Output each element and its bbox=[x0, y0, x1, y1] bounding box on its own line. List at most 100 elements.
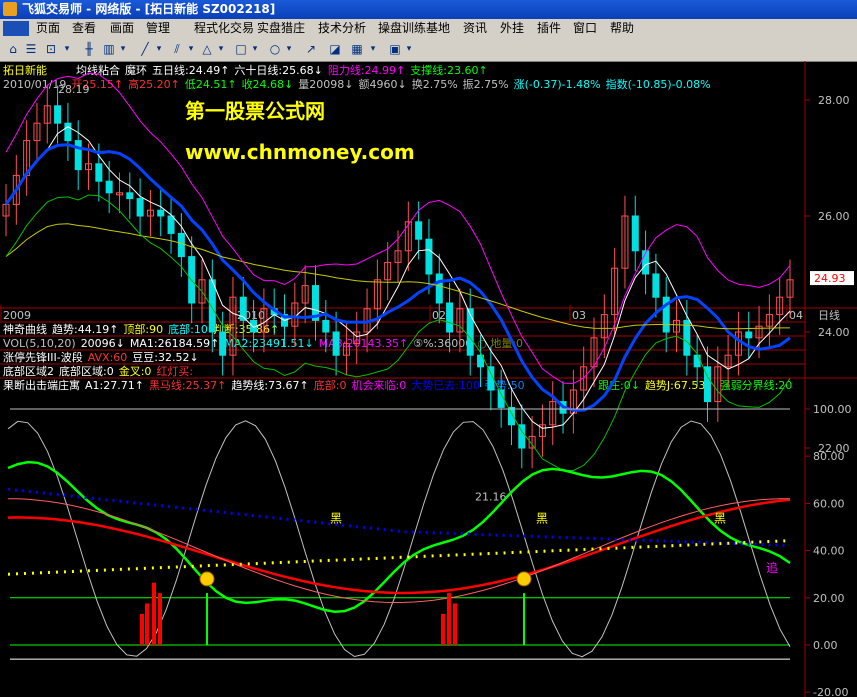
ohlc-3: 低24.51↑ bbox=[185, 78, 237, 91]
high-label: 28.19 bbox=[58, 83, 90, 96]
home-icon[interactable]: ⌂ bbox=[4, 41, 22, 57]
legend-0: 果断出击端庄寓 bbox=[3, 378, 80, 392]
watermark-url: www.chnmoney.com bbox=[185, 140, 415, 164]
legend-6: 大势已去:100 bbox=[411, 378, 480, 392]
ohlc-10: 指数(-10.85)-0.08% bbox=[606, 77, 711, 91]
menu-item-6[interactable]: 技术分析 bbox=[318, 19, 366, 38]
save-icon[interactable]: ▣ bbox=[386, 41, 404, 57]
dropdown-icon[interactable]: ▾ bbox=[368, 41, 378, 57]
circle-icon[interactable]: ○ bbox=[266, 41, 284, 57]
candle-body bbox=[105, 180, 113, 194]
arrow-icon[interactable]: ↗ bbox=[302, 41, 320, 57]
candle-body bbox=[425, 238, 433, 275]
candle-body bbox=[54, 105, 62, 124]
price-axis-label: 28.00 bbox=[818, 94, 850, 107]
candle-body bbox=[157, 209, 165, 217]
menu-item-11[interactable]: 窗口 bbox=[573, 19, 597, 38]
osc-white-wave bbox=[7, 420, 791, 658]
menu-item-3[interactable]: 管理 bbox=[146, 19, 170, 38]
osc-red-bar bbox=[152, 582, 156, 645]
osc-hei-label: 黑 bbox=[330, 511, 342, 525]
dropdown-icon[interactable]: ▾ bbox=[118, 41, 128, 57]
dibu-2: 金叉:0 bbox=[119, 364, 152, 378]
dropdown-icon[interactable]: ▾ bbox=[186, 41, 196, 57]
candle-body bbox=[466, 308, 474, 356]
menu-item-7[interactable]: 操盘训练基地 bbox=[378, 19, 450, 38]
indicator-0: 均线粘合 bbox=[76, 63, 120, 77]
smiley-icon bbox=[199, 571, 215, 587]
chart-area[interactable]: 拓日新能 均线粘合 魔环 五日线:24.49↑ 六十日线:25.68↓ 阻力线:24.99… bbox=[0, 61, 857, 697]
candle-body bbox=[64, 122, 72, 142]
candle-body bbox=[167, 215, 175, 234]
indicator-5: 支撑线:23.60↑ bbox=[410, 63, 487, 77]
window-title: 飞狐交易师 - 网络版 - [拓日新能 SZ002218] bbox=[22, 2, 276, 16]
osc-axis-label: 60.00 bbox=[813, 497, 845, 510]
legend-2: 黑马线:25.37↑ bbox=[149, 378, 226, 392]
lock-icon[interactable]: ⊡ bbox=[42, 41, 60, 57]
menu-item-12[interactable]: 帮助 bbox=[610, 19, 634, 38]
app-icon bbox=[3, 2, 17, 16]
menu-item-0[interactable]: 页面 bbox=[36, 19, 60, 38]
candle-body bbox=[322, 319, 330, 333]
ohlc-9: 涨(-0.37)-1.48% bbox=[514, 78, 601, 91]
osc-red-bar bbox=[140, 613, 144, 645]
menu-item-1[interactable]: 查看 bbox=[72, 19, 96, 38]
osc-hei-label: 黑 bbox=[714, 511, 726, 525]
shenqi-1: 趋势:44.19↑ bbox=[52, 323, 118, 336]
osc-red-bar bbox=[453, 603, 457, 645]
candle-body bbox=[126, 192, 134, 200]
legend-right-2: 强弱分界线:20 bbox=[720, 378, 793, 392]
zhangting-1: AVX:60 bbox=[88, 351, 128, 364]
ohlc-5: 量20098↓ bbox=[298, 78, 353, 91]
candle-body bbox=[332, 331, 340, 356]
candle-body bbox=[435, 273, 443, 304]
dropdown-icon[interactable]: ▾ bbox=[154, 41, 164, 57]
dropdown-icon[interactable]: ▾ bbox=[62, 41, 72, 57]
list-icon[interactable]: ☰ bbox=[22, 41, 40, 57]
ohlc-8: 振2.75% bbox=[463, 77, 509, 91]
osc-yellow-dots bbox=[7, 539, 791, 576]
indicator-1: 魔环 bbox=[125, 63, 147, 77]
legend-1: A1:27.71↑ bbox=[85, 379, 144, 392]
kline-icon[interactable]: ╫ bbox=[80, 41, 98, 57]
menu-item-10[interactable]: 插件 bbox=[537, 19, 561, 38]
osc-green-line bbox=[7, 460, 791, 613]
candle-body bbox=[631, 215, 639, 252]
price-axis-label: 26.00 bbox=[818, 210, 850, 223]
smiley-icon bbox=[516, 571, 532, 587]
line-draw-icon[interactable]: ╱ bbox=[136, 41, 154, 57]
vol-3: MA2:23491.51↓ bbox=[224, 337, 313, 350]
osc-hei-label: 黑 bbox=[536, 511, 548, 525]
rectangle-icon[interactable]: □ bbox=[232, 41, 250, 57]
vol-4: MA3:20143.35↑ bbox=[319, 337, 408, 350]
dropdown-icon[interactable]: ▾ bbox=[284, 41, 294, 57]
date-label: 04 bbox=[789, 309, 803, 322]
indicator-3: 六十日线:25.68↓ bbox=[234, 63, 322, 77]
candle-body bbox=[177, 232, 185, 258]
menu-item-9[interactable]: 外挂 bbox=[500, 19, 524, 38]
menu-item-4[interactable]: 程式化交易 bbox=[194, 19, 254, 38]
candle-body bbox=[652, 273, 660, 298]
dropdown-icon[interactable]: ▾ bbox=[250, 41, 260, 57]
menu-item-8[interactable]: 资讯 bbox=[463, 19, 487, 38]
menu-item-2[interactable]: 画面 bbox=[110, 19, 134, 38]
osc-pink-line bbox=[7, 498, 790, 604]
legend-4: 底部:0 bbox=[314, 378, 347, 392]
indicator-2: 五日线:24.49↑ bbox=[152, 63, 229, 77]
vol-2: MA1:26184.59↑ bbox=[130, 337, 219, 350]
color-icon[interactable]: ▦ bbox=[348, 41, 366, 57]
vol-5: ⑤%:36000 bbox=[413, 337, 472, 350]
legend-3: 趋势线:73.67↑ bbox=[231, 378, 308, 392]
zhangting-0: 涨停先锋III-波段 bbox=[3, 350, 83, 364]
ohlc-6: 额4960↓ bbox=[359, 78, 407, 91]
osc-axis-label: -20.00 bbox=[813, 686, 848, 697]
bars-icon[interactable]: ▥ bbox=[100, 41, 118, 57]
dropdown-icon[interactable]: ▾ bbox=[404, 41, 414, 57]
candle-body bbox=[95, 163, 103, 182]
watermark-title: 第一股票公式网 bbox=[185, 99, 325, 123]
triangle-icon[interactable]: △ bbox=[198, 41, 216, 57]
eraser-icon[interactable]: ◪ bbox=[326, 41, 344, 57]
dropdown-icon[interactable]: ▾ bbox=[216, 41, 226, 57]
parallel-icon[interactable]: ⫽ bbox=[168, 41, 186, 57]
menu-item-5[interactable]: 实盘猎庄 bbox=[257, 19, 305, 38]
